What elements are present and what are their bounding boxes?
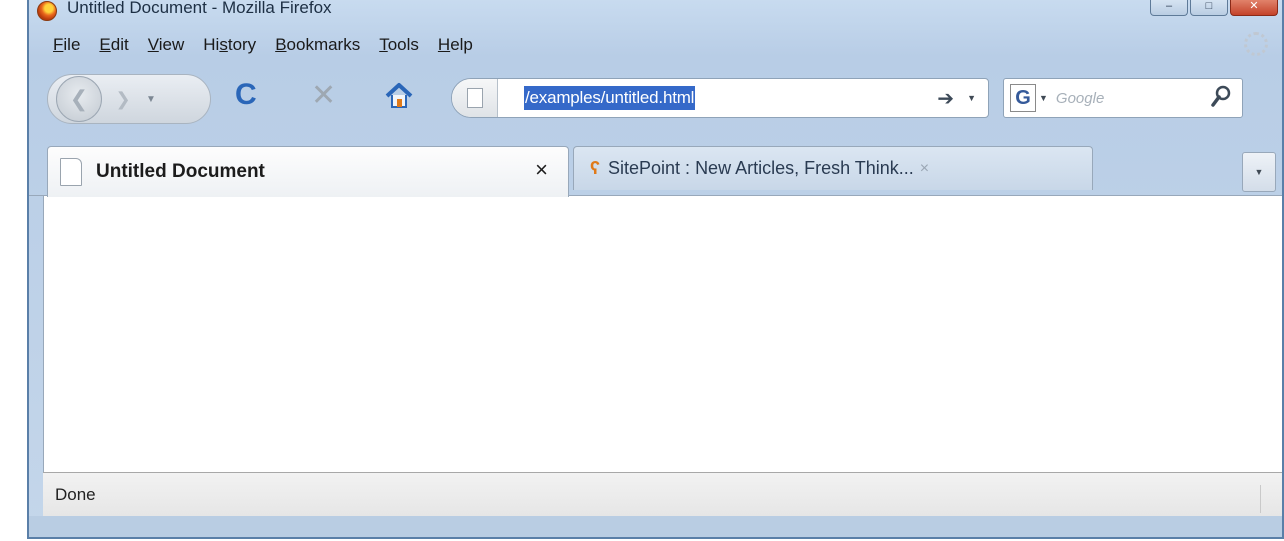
tab-strip: Untitled Document × ʕ SitePoint : New Ar… (29, 140, 1282, 197)
forward-icon: ❯ (115, 88, 131, 109)
url-bar[interactable]: /examples/untitled.html ➔ ▼ (451, 78, 989, 118)
site-identity-button[interactable] (452, 79, 498, 117)
engine-dropdown[interactable]: ▼ (1039, 93, 1048, 103)
window-controls: – □ ✕ (1150, 0, 1278, 16)
tab-title: SitePoint : New Articles, Fresh Think... (608, 158, 914, 178)
tab-title: Untitled Document (96, 161, 265, 182)
history-dropdown-button[interactable]: ▼ (146, 94, 156, 105)
page-content (43, 196, 1282, 472)
search-input[interactable]: Google (1056, 90, 1104, 107)
sitepoint-icon: ʕ (590, 158, 601, 178)
throbber-icon (1244, 32, 1268, 56)
back-button[interactable]: ❮ (56, 76, 102, 122)
google-icon[interactable]: G (1010, 84, 1036, 112)
menu-view[interactable]: View (148, 35, 185, 55)
browser-window: Untitled Document - Mozilla Firefox – □ … (27, 0, 1284, 539)
home-icon[interactable] (384, 82, 414, 110)
menu-bookmarks[interactable]: Bookmarks (275, 35, 360, 55)
menu-edit[interactable]: Edit (99, 35, 128, 55)
maximize-button[interactable]: □ (1190, 0, 1228, 16)
menu-help[interactable]: Help (438, 35, 473, 55)
stop-icon[interactable]: ✕ (311, 78, 336, 113)
menu-tools[interactable]: Tools (379, 35, 419, 55)
forward-button[interactable]: ❯ (106, 82, 140, 116)
page-icon (466, 88, 483, 108)
status-text: Done (55, 484, 96, 504)
menu-file[interactable]: File (53, 35, 80, 55)
minimize-button[interactable]: – (1150, 0, 1188, 16)
menu-history[interactable]: History (203, 35, 256, 55)
document-icon (60, 158, 82, 186)
navigation-toolbar: ❮ ❯ ▼ C ✕ /examples/untitled.html ➔ ▼ G … (29, 64, 1282, 134)
title-bar: Untitled Document - Mozilla Firefox – □ … (29, 0, 1282, 26)
url-input[interactable]: /examples/untitled.html (524, 86, 696, 110)
close-icon[interactable]: × (920, 160, 929, 178)
back-icon: ❮ (69, 86, 89, 111)
status-bar: Done (43, 472, 1282, 516)
go-icon[interactable]: ➔ (937, 86, 954, 111)
window-title: Untitled Document - Mozilla Firefox (67, 0, 332, 17)
close-window-button[interactable]: ✕ (1230, 0, 1278, 16)
back-forward-group: ❮ ❯ ▼ (47, 74, 211, 124)
tab-sitepoint[interactable]: ʕ SitePoint : New Articles, Fresh Think.… (573, 146, 1093, 190)
url-history-dropdown[interactable]: ▼ (967, 93, 976, 103)
search-icon[interactable] (1210, 85, 1232, 109)
reload-icon[interactable]: C (235, 78, 257, 112)
window-frame-bottom (29, 516, 1282, 537)
resize-grip[interactable] (1260, 485, 1278, 513)
search-bar[interactable]: G ▼ Google (1003, 78, 1243, 118)
firefox-icon (37, 1, 57, 21)
list-all-tabs-button[interactable]: ▼ (1242, 152, 1276, 192)
tab-untitled-document[interactable]: Untitled Document × (47, 146, 569, 197)
close-icon[interactable]: × (535, 157, 548, 183)
menu-bar: File Edit View History Bookmarks Tools H… (29, 30, 1282, 60)
